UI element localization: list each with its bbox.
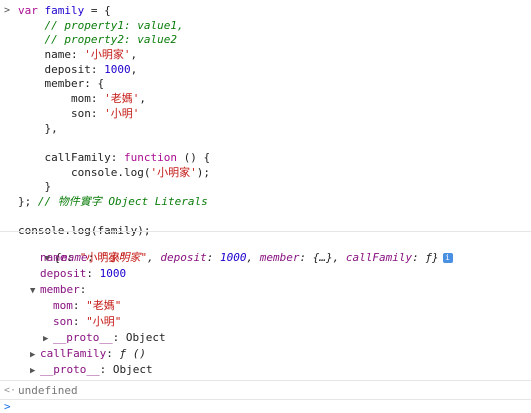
devtools-console: > var family = { // property1: value1, /… — [0, 0, 531, 413]
code-line: }; // 物件實字 Object Literals — [18, 194, 208, 208]
code-line: } — [18, 180, 52, 194]
code-line: // property2: value2 — [18, 33, 177, 47]
result-value: undefined — [18, 384, 78, 397]
separator — [0, 399, 531, 400]
code-line: deposit: 1000, — [18, 62, 138, 76]
prop-row-proto2[interactable]: ▶ __proto__: Object — [30, 362, 153, 379]
prop-row-name: name: "小明家" — [40, 251, 126, 264]
code-line: mom: '老媽', — [18, 92, 146, 106]
collapse-triangle-icon[interactable]: ▶ — [30, 363, 40, 379]
code-line: callFamily: function () { — [18, 150, 211, 164]
code-line: member: { — [18, 77, 105, 91]
prop-row-son: son: "小明" — [53, 315, 122, 328]
code-line: // property1: value1, — [18, 18, 184, 32]
console-prompt-icon[interactable]: > — [4, 400, 11, 413]
separator — [0, 380, 531, 381]
code-line: name: '小明家', — [18, 48, 138, 62]
result-arrow-icon: <· — [4, 385, 17, 396]
prop-row-callFamily[interactable]: ▶ callFamily: ƒ () — [30, 346, 146, 363]
collapse-triangle-icon[interactable]: ▶ — [30, 347, 40, 363]
info-icon[interactable]: i — [442, 253, 453, 263]
separator — [0, 231, 531, 232]
expand-triangle-icon[interactable]: ▼ — [30, 283, 40, 299]
code-line: }, — [18, 121, 58, 135]
prop-row-member[interactable]: ▼ member: — [30, 282, 86, 299]
prop-row-deposit: deposit: 1000 — [40, 267, 127, 280]
input-prompt-icon: > — [4, 5, 11, 16]
prop-row-proto[interactable]: ▶ __proto__: Object — [43, 330, 166, 347]
collapse-triangle-icon[interactable]: ▶ — [43, 331, 53, 347]
code-line: console.log('小明家'); — [18, 165, 210, 179]
console-input-code[interactable]: var family = { // property1: value1, // … — [18, 4, 210, 239]
prop-row-mom: mom: "老媽" — [53, 299, 122, 312]
code-line: var family = { — [18, 4, 111, 17]
code-line: son: '小明' — [18, 106, 140, 120]
